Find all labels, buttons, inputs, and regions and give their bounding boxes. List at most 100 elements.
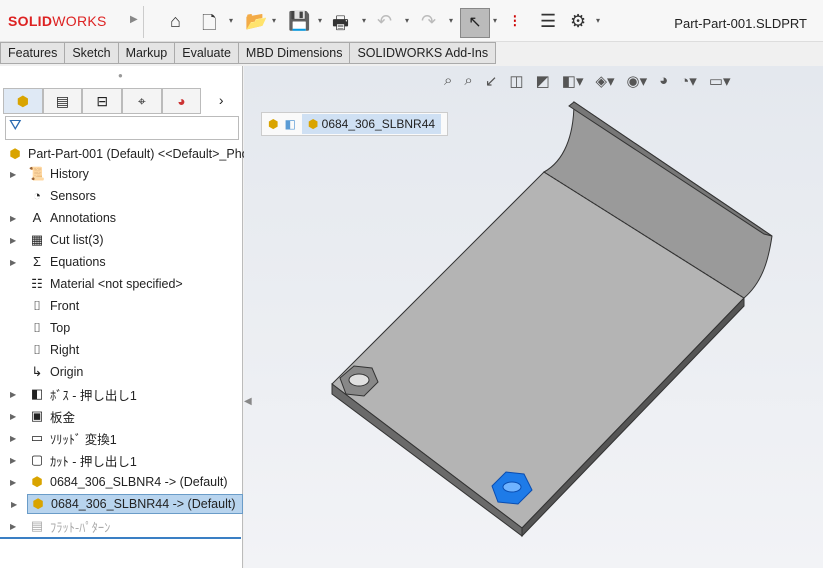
tab-markup[interactable]: Markup <box>118 42 176 64</box>
tree-item-icon: ☷ <box>31 276 43 291</box>
expand-arrow-icon[interactable]: ▶ <box>10 522 16 531</box>
menu-expand-arrow[interactable]: ▶ <box>130 14 138 25</box>
tree-item-icon: ◧ <box>30 386 44 401</box>
print-icon[interactable]: 🖶 <box>332 11 349 41</box>
tree-item-label: ｿﾘｯﾄﾞ 変換1 <box>50 432 117 447</box>
tree-item[interactable]: ▶ Σ Equations <box>10 252 106 272</box>
chevron-down-icon[interactable]: ▾ <box>405 16 409 25</box>
tree-item-icon: ↳ <box>31 364 43 379</box>
feature-manager-tab[interactable]: ⬢ <box>3 88 43 114</box>
property-manager-tab[interactable]: ▤ <box>42 88 83 114</box>
tab-evaluate[interactable]: Evaluate <box>175 42 239 64</box>
tree-item-icon: ▭ <box>30 430 44 445</box>
tree-item[interactable]: ☷ Material <not specified> <box>27 274 183 294</box>
undo-icon[interactable]: ↶ <box>377 11 392 32</box>
expand-arrow-icon[interactable]: ▶ <box>10 236 16 245</box>
tree-item[interactable]: ▶ 📜 History <box>10 164 89 184</box>
tree-item-label: ｶｯﾄ - 押し出し1 <box>50 454 137 469</box>
chevron-down-icon[interactable]: ▾ <box>596 16 600 25</box>
expand-arrow-icon[interactable]: ▶ <box>10 478 16 487</box>
tree-item-icon: 📜 <box>28 166 46 181</box>
tree-item-label: Sensors <box>50 189 96 203</box>
tree-item-label: 0684_306_SLBNR44 -> (Default) <box>51 497 236 511</box>
tree-item[interactable]: ⌷ Top <box>27 318 70 338</box>
tab-sketch[interactable]: Sketch <box>65 42 119 64</box>
new-document-icon[interactable]: 🗋 <box>202 11 216 41</box>
rollback-bar[interactable] <box>0 537 241 539</box>
tab-features[interactable]: Features <box>0 42 66 64</box>
tree-root-part[interactable]: ⬢ Part-Part-001 (Default) <<Default>_Pho… <box>5 144 252 164</box>
tree-item[interactable]: ▶ ⬢ 0684_306_SLBNR44 -> (Default) <box>11 494 243 514</box>
tree-item[interactable]: ◔ Sensors <box>27 186 96 206</box>
chevron-down-icon[interactable]: ▾ <box>229 16 233 25</box>
tree-item[interactable]: ▶ ▭ ｿﾘｯﾄﾞ 変換1 <box>10 428 117 448</box>
tree-item-label: 板金 <box>50 410 76 425</box>
tree-item[interactable]: ⌷ Front <box>27 296 79 316</box>
tree-item-label: Right <box>50 343 80 357</box>
chevron-down-icon[interactable]: ▾ <box>318 16 322 25</box>
select-icon[interactable]: ↖ <box>460 8 490 38</box>
expand-arrow-icon[interactable]: ▶ <box>10 456 16 465</box>
panel-collapse-handle[interactable]: ◀ <box>244 396 252 407</box>
tree-item-icon: ◔ <box>33 188 41 203</box>
part-model[interactable] <box>244 66 823 568</box>
expand-arrow-icon[interactable]: ▶ <box>10 412 16 421</box>
home-icon[interactable]: ⌂ <box>170 11 181 32</box>
tree-item-label: Origin <box>50 365 84 379</box>
tab-mbd-dimensions[interactable]: MBD Dimensions <box>238 42 351 64</box>
expand-arrow-icon[interactable]: ▶ <box>10 434 16 443</box>
tree-item-label: Equations <box>50 255 106 269</box>
command-manager-tabs: Features Sketch Markup Evaluate MBD Dime… <box>0 42 497 64</box>
save-icon[interactable]: 💾 <box>288 11 310 32</box>
display-manager-tab[interactable]: ◕ <box>161 88 202 114</box>
tree-item-icon: ▢ <box>30 452 44 467</box>
tree-item-label: ﾎﾞｽ - 押し出し1 <box>50 388 137 403</box>
tree-item[interactable]: ▶ ◧ ﾎﾞｽ - 押し出し1 <box>10 384 137 404</box>
tree-item-icon: ⌷ <box>33 342 41 357</box>
options-icon[interactable]: ⚙ <box>570 11 586 32</box>
tree-item[interactable]: ⌷ Right <box>27 340 79 360</box>
chevron-down-icon[interactable]: ▾ <box>449 16 453 25</box>
tree-item-label: Annotations <box>50 211 117 225</box>
chevron-down-icon[interactable]: ▾ <box>362 16 366 25</box>
tree-item-label: Top <box>50 321 71 335</box>
rebuild-icon[interactable]: ⁝ <box>512 11 518 32</box>
tree-item-label: Front <box>50 299 80 313</box>
tree-item[interactable]: ▶ ▣ 板金 <box>10 406 76 426</box>
expand-arrow-icon[interactable]: ▶ <box>10 214 16 223</box>
divider <box>143 6 144 38</box>
chevron-down-icon[interactable]: ▾ <box>493 16 497 25</box>
expand-arrow-icon[interactable]: ▶ <box>11 500 17 509</box>
graphics-area[interactable]: ⌕ ⌕ ↙ ◫ ◩ ◧▾ ◈▾ ◉▾ ◕ ◔▾ ▭▾ ⬢ ◧ ⬢ 0684_30… <box>244 66 823 568</box>
tab-solidworks-add-ins[interactable]: SOLIDWORKS Add-Ins <box>350 42 497 64</box>
filter-input[interactable]: ⛛ <box>5 116 239 140</box>
tree-item-icon: A <box>32 210 42 225</box>
tree-item-icon: ⬢ <box>32 496 44 511</box>
tree-item-icon: ▣ <box>30 408 44 423</box>
tree-item-icon: ⬢ <box>31 474 43 489</box>
tree-item-label: Cut list(3) <box>50 233 104 247</box>
tree-item[interactable]: ▶ ⬢ 0684_306_SLBNR4 -> (Default) <box>10 472 228 492</box>
tree-item[interactable]: ▶ ▤ ﾌﾗｯﾄ-ﾊﾟﾀｰﾝ <box>10 516 111 536</box>
open-icon[interactable]: 📂 <box>245 11 267 32</box>
redo-icon[interactable]: ↷ <box>421 11 436 32</box>
solidworks-logo[interactable]: SOLIDWORKS <box>8 13 107 29</box>
tree-item[interactable]: ↳ Origin <box>27 362 84 382</box>
tree-item[interactable]: ▶ ▦ Cut list(3) <box>10 230 104 250</box>
tree-item-icon: ⌷ <box>33 298 41 313</box>
tree-item[interactable]: ▶ A Annotations <box>10 208 117 228</box>
chevron-right-icon[interactable]: › <box>201 88 241 114</box>
file-properties-icon[interactable]: ☰ <box>540 11 556 32</box>
dimxpert-manager-tab[interactable]: ⌖ <box>122 88 162 114</box>
configuration-manager-tab[interactable]: ⊟ <box>82 88 123 114</box>
filter-icon: ⛛ <box>9 117 22 134</box>
tree-item[interactable]: ▶ ▢ ｶｯﾄ - 押し出し1 <box>10 450 137 470</box>
title-bar: SOLIDWORKS ▶ ⌂ 🗋 ▾ 📂 ▾ 💾 ▾ 🖶 ▾ ↶ ▾ ↷ ▾ ↖… <box>0 0 823 42</box>
expand-arrow-icon[interactable]: ▶ <box>10 390 16 399</box>
tree-item-icon: Σ <box>32 254 42 269</box>
expand-arrow-icon[interactable]: ▶ <box>10 170 16 179</box>
expand-arrow-icon[interactable]: ▶ <box>10 258 16 267</box>
chevron-down-icon[interactable]: ▾ <box>272 16 276 25</box>
tree-item-label: ﾌﾗｯﾄ-ﾊﾟﾀｰﾝ <box>50 520 111 535</box>
panel-grip[interactable]: ● <box>118 71 123 80</box>
